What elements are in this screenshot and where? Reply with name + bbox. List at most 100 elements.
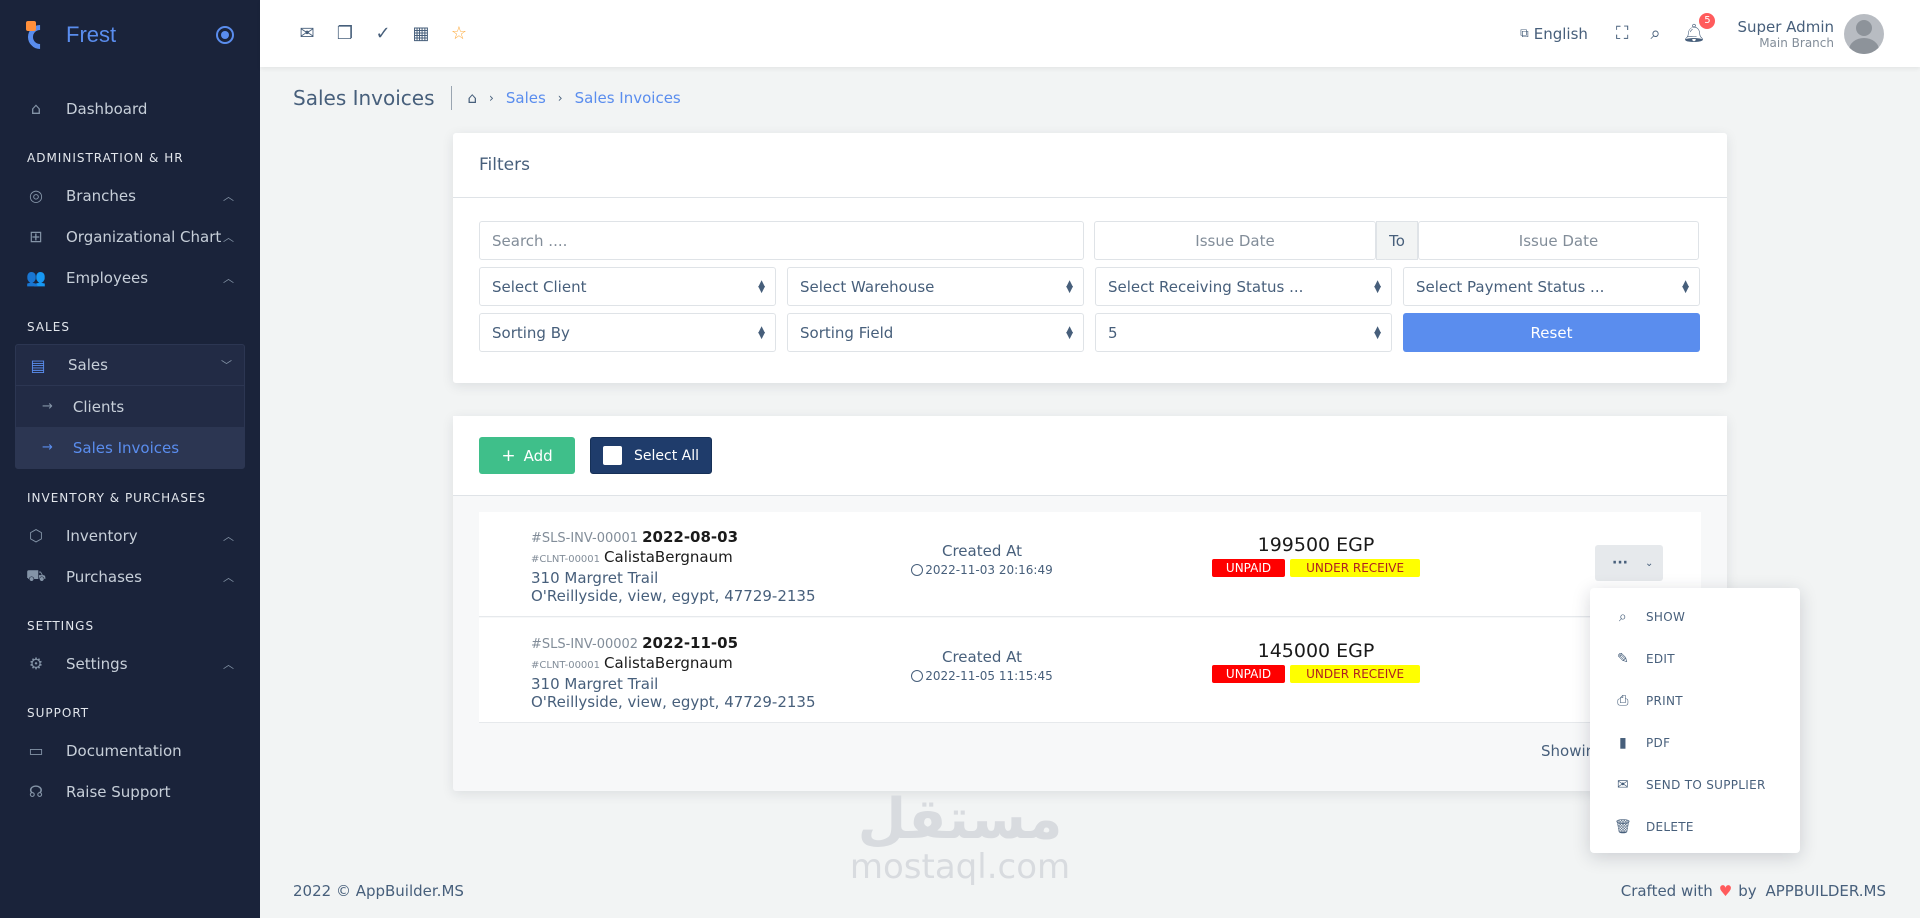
section-sales: SALES — [27, 320, 70, 334]
sorting-by-select[interactable]: Sorting By ▲ ▼ — [479, 313, 776, 352]
payment-status-value: Select Payment Status ... — [1416, 277, 1605, 296]
language-switcher[interactable]: ⧉ English — [1520, 25, 1588, 43]
sidebar: Frest ⌂ Dashboard ADMINISTRATION & HR ◎ … — [0, 0, 260, 918]
payment-status-select[interactable]: Select Payment Status ... ▲ ▼ — [1403, 267, 1700, 306]
footer-by: by — [1738, 882, 1757, 900]
section-inventory: INVENTORY & PURCHASES — [27, 491, 207, 505]
menu-item-show[interactable]: ⌕ SHOW — [1590, 596, 1800, 638]
table-row[interactable]: #SLS-INV-00002 2022-11-05 #CLNT-00001 Cali… — [479, 618, 1701, 723]
chevron-down-icon: ⌄ — [1645, 557, 1654, 569]
menu-item-print[interactable]: ⎙ PRINT — [1590, 680, 1800, 722]
chevron-up-icon: ︿ — [223, 529, 234, 543]
sorting-field-select[interactable]: Sorting Field ▲ ▼ — [787, 313, 1084, 352]
mail-icon[interactable]: ✉ — [296, 23, 318, 45]
select-all-button[interactable]: Select All — [590, 437, 712, 474]
check-circle-icon[interactable]: ✓ — [372, 23, 394, 45]
brand-name[interactable]: Frest — [66, 22, 116, 48]
issue-date-to-input[interactable]: Issue Date — [1418, 221, 1699, 260]
users-icon: 👥 — [26, 268, 46, 287]
menu-item-label: EDIT — [1646, 652, 1675, 666]
watermark-latin: mostaql.com — [849, 847, 1071, 887]
page-header: Sales Invoices ⌂ › Sales › Sales Invoice… — [293, 86, 681, 110]
table-row[interactable]: #SLS-INV-00001 2022-08-03 #CLNT-00001 Cali… — [479, 512, 1701, 617]
menu-item-send-to-supplier[interactable]: ✉ SEND TO SUPPLIER — [1590, 764, 1800, 806]
sidebar-item-sales[interactable]: ▤ Sales ﹀ — [16, 345, 244, 386]
sidebar-item-raise-support[interactable]: ☊ Raise Support — [0, 771, 260, 812]
hierarchy-icon: ⊞ — [29, 227, 43, 246]
map-pin-icon: ◎ — [29, 186, 43, 205]
sidebar-item-inventory[interactable]: ⬡ Inventory ︿ — [0, 515, 260, 556]
calendar-icon[interactable]: ▦ — [410, 23, 432, 45]
chevron-up-icon: ︿ — [223, 189, 234, 203]
select-arrows-icon: ▲ ▼ — [758, 278, 765, 295]
file-icon: ▮ — [1618, 735, 1627, 751]
invoice-info: #SLS-INV-00002 2022-11-05 #CLNT-00001 Cali… — [531, 634, 816, 711]
created-at-text: 2022-11-03 20:16:49 — [925, 563, 1053, 577]
chat-icon[interactable]: ❐ — [334, 23, 356, 45]
add-button[interactable]: + Add — [479, 437, 575, 474]
watermark: مستقل mostaql.com — [840, 790, 1080, 887]
created-at-label: Created At — [941, 542, 1022, 560]
plus-icon: + — [501, 445, 516, 466]
more-icon: ··· — [1612, 555, 1628, 571]
filters-title: Filters — [453, 133, 1727, 198]
filters-card: Filters Search .... Issue Date To Issue … — [453, 133, 1727, 383]
menu-item-edit[interactable]: ✎ EDIT — [1590, 638, 1800, 680]
bell-icon[interactable]: 🔔︎ 5 — [1683, 13, 1716, 44]
receive-status-badge: UNDER RECEIVE — [1290, 559, 1421, 577]
footer-brand-link[interactable]: APPBUILDER.MS — [1765, 882, 1886, 900]
sidebar-item-label: Branches — [66, 186, 136, 205]
issue-date-from-input[interactable]: Issue Date — [1094, 221, 1376, 260]
user-info[interactable]: Super Admin Main Branch — [1737, 18, 1834, 50]
sidebar-toggle-icon[interactable] — [216, 26, 234, 44]
address-line-2: O'Reillyside, view, egypt, 47729-2135 — [531, 693, 816, 711]
headset-icon: ☊ — [28, 782, 44, 801]
warehouse-select[interactable]: Select Warehouse ▲ ▼ — [787, 267, 1084, 306]
created-at-label: Created At — [941, 648, 1022, 666]
search-input[interactable]: Search .... — [479, 221, 1084, 260]
home-icon[interactable]: ⌂ — [468, 89, 478, 107]
menu-item-pdf[interactable]: ▮ PDF — [1590, 722, 1800, 764]
topbar: ✉ ❐ ✓ ▦ ☆ ⧉ English ⛶ ⌕ 🔔︎ 5 Super Admin… — [260, 0, 1920, 67]
chevron-up-icon: ︿ — [223, 230, 234, 244]
actions-dropdown-button[interactable]: ··· ⌄ — [1595, 545, 1663, 581]
clock-icon — [911, 670, 924, 682]
invoice-amount-block: 199500 EGP UNPAID UNDER RECEIVE — [1211, 534, 1421, 577]
select-arrows-icon: ▲ ▼ — [1374, 324, 1381, 341]
client-id: #CLNT-00001 — [531, 660, 601, 671]
receiving-status-select[interactable]: Select Receiving Status ... ▲ ▼ — [1095, 267, 1392, 306]
avatar[interactable] — [1844, 13, 1884, 54]
sidebar-item-label: Organizational Chart — [66, 227, 222, 246]
menu-item-delete[interactable]: 🗑︎ DELETE — [1590, 806, 1800, 848]
sidebar-item-org-chart[interactable]: ⊞ Organizational Chart ︿ — [0, 216, 260, 257]
sidebar-item-settings[interactable]: ⚙ Settings ︿ — [0, 643, 260, 684]
address-line-1: 310 Margret Trail — [531, 675, 659, 693]
mail-icon: ✉ — [1616, 777, 1630, 793]
client-select[interactable]: Select Client ▲ ▼ — [479, 267, 776, 306]
sidebar-item-clients[interactable]: → Clients — [16, 386, 244, 427]
page-title: Sales Invoices — [293, 86, 452, 110]
book-icon: ▭ — [28, 741, 44, 760]
breadcrumb-item-sales-invoices[interactable]: Sales Invoices — [575, 89, 681, 107]
sidebar-item-branches[interactable]: ◎ Branches ︿ — [0, 175, 260, 216]
invoice-amount: 145000 EGP — [1257, 640, 1375, 662]
sidebar-item-dashboard[interactable]: ⌂ Dashboard — [0, 88, 260, 129]
star-icon[interactable]: ☆ — [448, 23, 470, 45]
breadcrumb-separator: › — [489, 91, 494, 105]
topbar-right: ⧉ English ⛶ ⌕ 🔔︎ 5 Super Admin Main Bran… — [1520, 13, 1884, 54]
search-icon[interactable]: ⌕ — [1651, 23, 1661, 44]
sidebar-item-purchases[interactable]: ⛟ Purchases ︿ — [0, 556, 260, 597]
notification-badge: 5 — [1699, 13, 1716, 29]
sidebar-item-employees[interactable]: 👥 Employees ︿ — [0, 257, 260, 298]
invoice-info: #SLS-INV-00001 2022-08-03 #CLNT-00001 Cali… — [531, 528, 816, 605]
select-arrows-icon: ▲ ▼ — [758, 324, 765, 341]
fullscreen-icon[interactable]: ⛶ — [1616, 23, 1629, 44]
sidebar-item-sales-invoices[interactable]: → Sales Invoices — [16, 427, 244, 468]
breadcrumb-item-sales[interactable]: Sales — [506, 89, 546, 107]
menu-item-label: SHOW — [1646, 610, 1686, 624]
sidebar-item-documentation[interactable]: ▭ Documentation — [0, 730, 260, 771]
reset-button[interactable]: Reset — [1403, 313, 1700, 352]
invoice-icon: ▤ — [30, 355, 46, 375]
footer-copyright: 2022 © AppBuilder.MS — [293, 882, 464, 900]
per-page-select[interactable]: 5 ▲ ▼ — [1095, 313, 1392, 352]
